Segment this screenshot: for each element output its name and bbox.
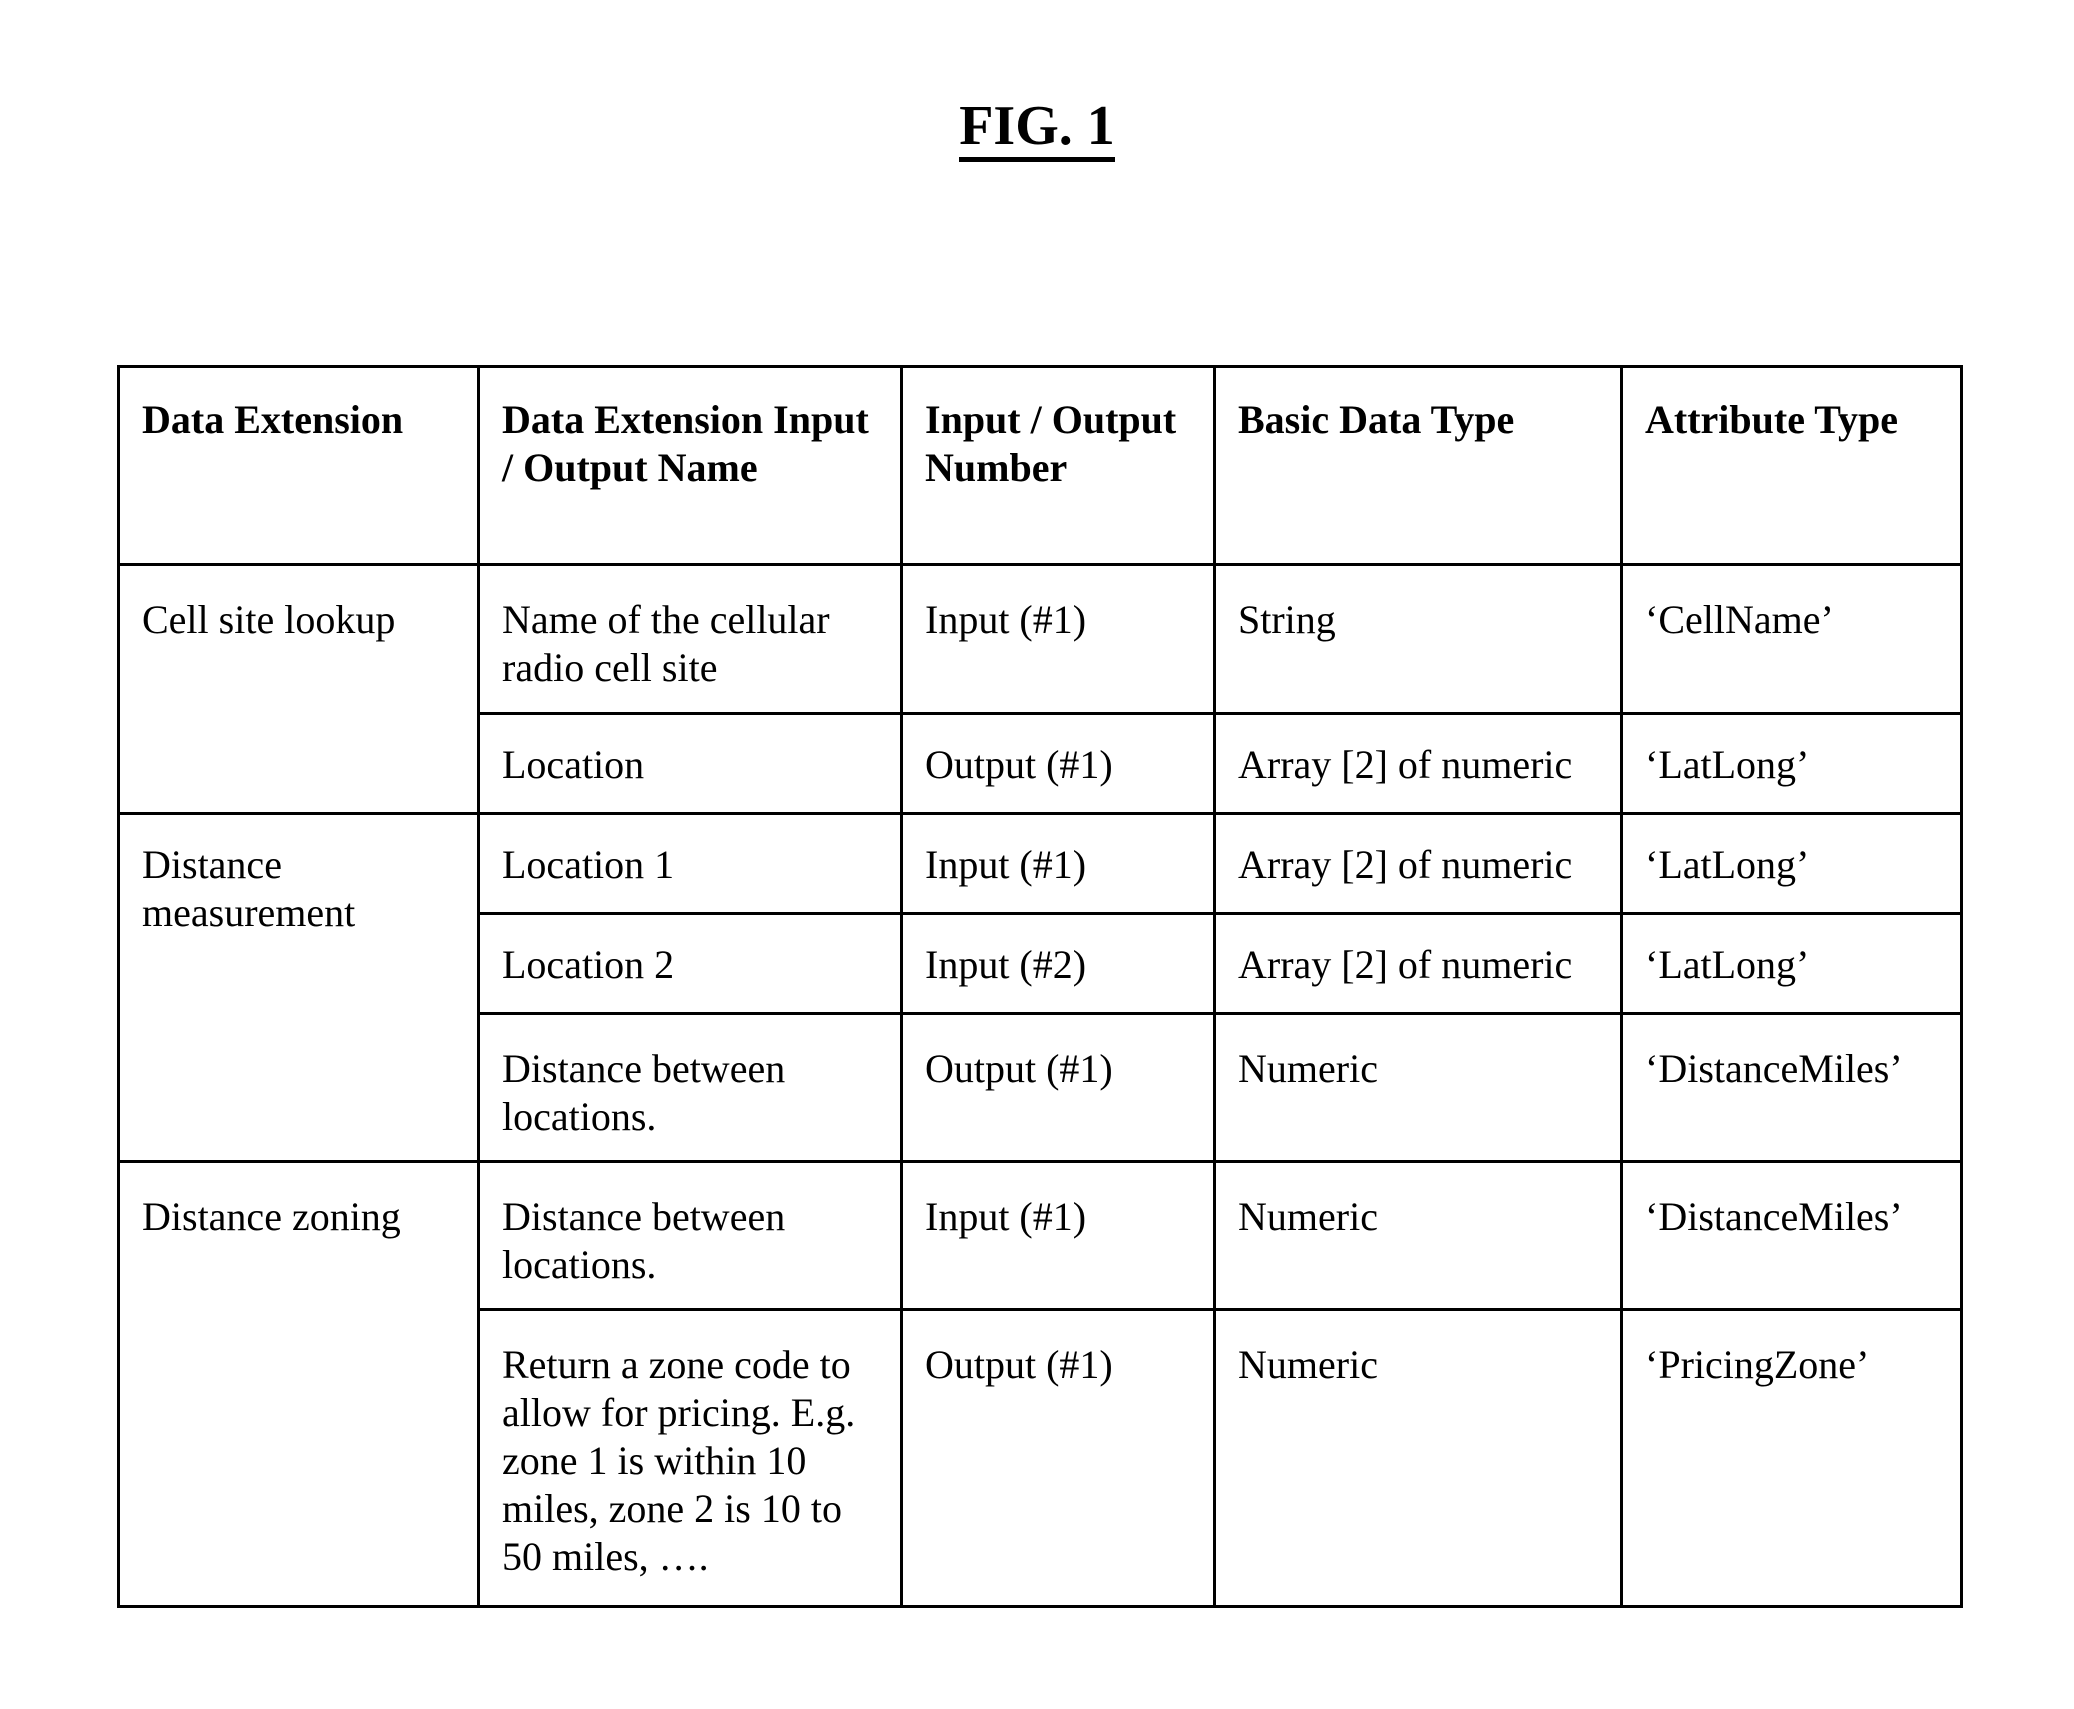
io-number-cell: Input (#2) [900,912,1216,1015]
basic-data-type-cell: Array [2] of numeric [1213,812,1623,915]
attribute-type-cell: ‘DistanceMiles’ [1620,1160,1963,1311]
header-io-name: Data Extension Input / Output Name [477,365,903,566]
data-extension-cell: Distance zoning [117,1160,480,1608]
basic-data-type-cell: Numeric [1213,1160,1623,1311]
io-number-cell: Output (#1) [900,712,1216,815]
attribute-type-cell: ‘PricingZone’ [1620,1308,1963,1608]
io-number-cell: Output (#1) [900,1012,1216,1163]
attribute-type-cell: ‘DistanceMiles’ [1620,1012,1963,1163]
attribute-type-cell: ‘LatLong’ [1620,912,1963,1015]
table-row: Distance measurement Location 1 Input (#… [117,812,1963,1163]
attribute-type-cell: ‘LatLong’ [1620,812,1963,915]
io-name-cell: Location 2 [477,912,903,1015]
io-name-cell: Location 1 [477,812,903,915]
basic-data-type-cell: Array [2] of numeric [1213,712,1623,815]
basic-data-type-cell: Array [2] of numeric [1213,912,1623,1015]
basic-data-type-cell: Numeric [1213,1012,1623,1163]
io-number-cell: Input (#1) [900,812,1216,915]
io-name-cell: Name of the cellular radio cell site [477,563,903,715]
data-extension-cell: Distance measurement [117,812,480,1163]
header-attribute-type: Attribute Type [1620,365,1963,566]
io-number-cell: Input (#1) [900,563,1216,715]
io-name-cell: Distance between locations. [477,1012,903,1163]
basic-data-type-cell: Numeric [1213,1308,1623,1608]
io-name-cell: Location [477,712,903,815]
io-number-cell: Input (#1) [900,1160,1216,1311]
io-name-cell: Distance between locations. [477,1160,903,1311]
table-row: Cell site lookup Name of the cellular ra… [117,563,1963,815]
data-extension-cell: Cell site lookup [117,563,480,815]
table-header-row: Data Extension Data Extension Input / Ou… [117,365,1963,566]
attribute-type-cell: ‘CellName’ [1620,563,1963,715]
attribute-type-cell: ‘LatLong’ [1620,712,1963,815]
figure-title: FIG. 1 [0,94,2074,162]
header-io-number: Input / Output Number [900,365,1216,566]
header-data-extension: Data Extension [117,365,480,566]
io-number-cell: Output (#1) [900,1308,1216,1608]
basic-data-type-cell: String [1213,563,1623,715]
header-basic-data-type: Basic Data Type [1213,365,1623,566]
table-row: Distance zoning Distance between locatio… [117,1160,1963,1608]
data-extension-table: Data Extension Data Extension Input / Ou… [117,365,1963,1608]
io-name-cell: Return a zone code to allow for pricing.… [477,1308,903,1608]
figure-title-text: FIG. 1 [959,95,1115,162]
